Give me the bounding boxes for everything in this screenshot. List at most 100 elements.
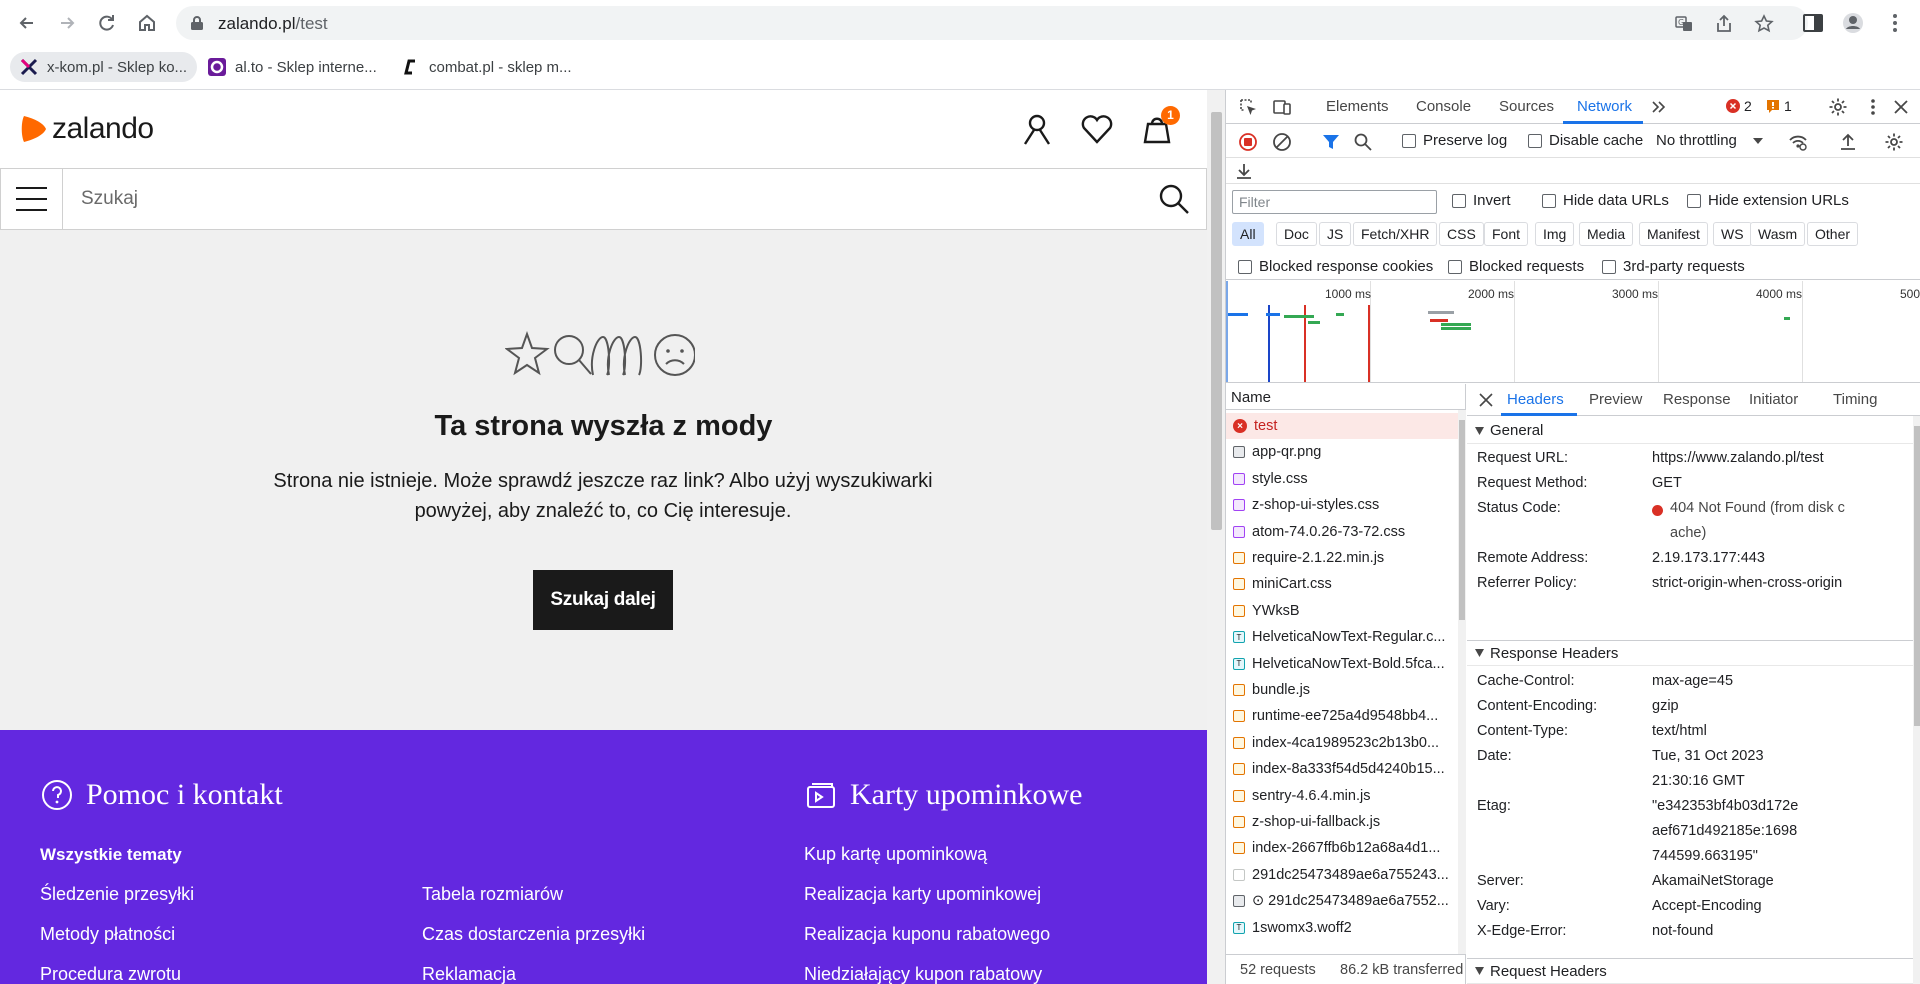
bookmark-alto[interactable]: al.to - Sklep interne... [198, 52, 387, 82]
checkbox-box[interactable] [1402, 133, 1416, 148]
footer-link[interactable]: Metody płatności [40, 924, 175, 945]
profile-avatar-icon[interactable] [1842, 12, 1864, 34]
wishlist-heart-icon[interactable] [1080, 112, 1114, 146]
blocked-requests-checkbox[interactable]: Blocked requests [1448, 258, 1584, 275]
request-row[interactable]: T HelveticaNowText-Bold.5fca... [1226, 651, 1458, 677]
type-filter-media[interactable]: Media [1579, 222, 1634, 246]
network-overview-timeline[interactable]: 1000 ms 2000 ms 3000 ms 4000 ms 500 [1226, 281, 1920, 383]
footer-link[interactable]: Reklamacja [422, 964, 516, 984]
settings-gear-icon[interactable] [1828, 97, 1848, 117]
reload-button[interactable] [94, 10, 120, 36]
footer-link[interactable]: Procedura zwrotu [40, 964, 181, 984]
tab-timing[interactable]: Timing [1833, 391, 1877, 408]
footer-link[interactable]: Niedziałający kupon rabatowy [804, 964, 1042, 984]
more-menu-icon[interactable] [1884, 12, 1906, 34]
forward-button[interactable] [54, 10, 80, 36]
response-headers-section-header[interactable]: Response Headers [1467, 640, 1913, 666]
request-list-scrollbar[interactable] [1458, 410, 1466, 954]
search-icon[interactable] [1158, 183, 1190, 215]
tab-headers[interactable]: Headers [1507, 391, 1564, 408]
upload-har-icon[interactable] [1838, 132, 1858, 152]
tab-response[interactable]: Response [1663, 391, 1731, 408]
type-filter-all[interactable]: All [1232, 222, 1264, 246]
filter-input[interactable]: Filter [1232, 190, 1437, 214]
footer-link[interactable]: Realizacja karty upominkowej [804, 884, 1041, 905]
network-conditions-icon[interactable] [1788, 132, 1808, 152]
request-row[interactable]: z-shop-ui-styles.css [1226, 492, 1458, 518]
tab-console[interactable]: Console [1416, 98, 1471, 115]
details-scrollbar[interactable] [1913, 416, 1920, 984]
tab-elements[interactable]: Elements [1326, 98, 1389, 115]
zalando-logo[interactable]: zalando [20, 112, 154, 146]
throttling-select[interactable]: No throttling [1656, 132, 1763, 149]
request-row[interactable]: T HelveticaNowText-Regular.c... [1226, 624, 1458, 650]
footer-link[interactable]: Realizacja kuponu rabatowego [804, 924, 1050, 945]
menu-button[interactable] [1, 169, 63, 229]
error-icon[interactable] [1726, 99, 1740, 113]
request-row[interactable]: miniCart.css [1226, 571, 1458, 597]
blocked-response-cookies-checkbox[interactable]: Blocked response cookies [1238, 258, 1433, 275]
footer-link[interactable]: Śledzenie przesyłki [40, 884, 194, 905]
record-stop-icon[interactable] [1238, 132, 1258, 152]
type-filter-ws[interactable]: WS [1713, 222, 1752, 246]
request-row[interactable]: T 1swomx3.woff2 [1226, 915, 1458, 941]
bookmark-xkom[interactable]: x-kom.pl - Sklep ko... [10, 52, 198, 82]
request-row[interactable]: require-2.1.22.min.js [1226, 545, 1458, 571]
network-settings-icon[interactable] [1884, 132, 1904, 152]
scrollbar-thumb[interactable] [1211, 112, 1222, 530]
request-headers-section-header[interactable]: Request Headers [1467, 958, 1913, 984]
footer-link[interactable]: Tabela rozmiarów [422, 884, 563, 905]
checkbox-box[interactable] [1452, 193, 1466, 208]
type-filter-wasm[interactable]: Wasm [1750, 222, 1806, 246]
request-row[interactable]: atom-74.0.26-73-72.css [1226, 519, 1458, 545]
request-row[interactable]: style.css [1226, 466, 1458, 492]
checkbox-box[interactable] [1528, 133, 1542, 148]
hide-extension-urls-checkbox[interactable]: Hide extension URLs [1687, 192, 1849, 209]
type-filter-doc[interactable]: Doc [1276, 222, 1317, 246]
type-filter-fetch-xhr[interactable]: Fetch/XHR [1353, 222, 1438, 246]
request-row[interactable]: ⊙ 291dc25473489ae6a7552... [1226, 888, 1458, 914]
request-row[interactable]: runtime-ee725a4d9548bb4... [1226, 703, 1458, 729]
request-row[interactable]: sentry-4.6.4.min.js [1226, 783, 1458, 809]
download-har-icon[interactable] [1234, 161, 1254, 181]
share-icon[interactable] [1714, 14, 1734, 34]
star-icon[interactable] [1754, 14, 1774, 34]
type-filter-manifest[interactable]: Manifest [1639, 222, 1708, 246]
request-row[interactable]: 291dc25473489ae6a755243... [1226, 862, 1458, 888]
search-icon[interactable] [1353, 132, 1373, 152]
translate-icon[interactable]: G [1674, 14, 1694, 34]
warning-icon[interactable] [1766, 99, 1780, 113]
tab-initiator[interactable]: Initiator [1749, 391, 1798, 408]
hide-data-urls-checkbox[interactable]: Hide data URLs [1542, 192, 1669, 209]
search-further-button[interactable]: Szukaj dalej [533, 570, 673, 630]
home-button[interactable] [134, 10, 160, 36]
request-row[interactable]: app-qr.png [1226, 439, 1458, 465]
close-devtools-icon[interactable] [1891, 97, 1911, 117]
kebab-menu-icon[interactable] [1863, 97, 1883, 117]
clear-icon[interactable] [1272, 132, 1292, 152]
preserve-log-checkbox[interactable]: Preserve log [1402, 132, 1507, 149]
name-column-header[interactable]: Name [1226, 384, 1466, 410]
type-filter-js[interactable]: JS [1319, 222, 1352, 246]
general-section-header[interactable]: General [1467, 418, 1913, 444]
tab-preview[interactable]: Preview [1589, 391, 1642, 408]
request-row[interactable]: index-8a333f54d5d4240b15... [1226, 756, 1458, 782]
checkbox-box[interactable] [1602, 259, 1616, 274]
filter-funnel-icon[interactable] [1321, 132, 1341, 152]
checkbox-box[interactable] [1542, 193, 1556, 208]
footer-link[interactable]: Kup kartę upominkową [804, 844, 987, 865]
type-filter-font[interactable]: Font [1484, 222, 1529, 246]
more-tabs-icon[interactable] [1649, 97, 1669, 117]
footer-link[interactable]: Czas dostarczenia przesyłki [422, 924, 645, 945]
checkbox-box[interactable] [1687, 193, 1701, 208]
third-party-requests-checkbox[interactable]: 3rd-party requests [1602, 258, 1745, 275]
scrollbar-thumb[interactable] [1459, 420, 1465, 620]
tab-network[interactable]: Network [1577, 98, 1632, 115]
user-account-icon[interactable] [1020, 112, 1054, 146]
scrollbar-thumb[interactable] [1914, 426, 1920, 726]
request-row[interactable]: z-shop-ui-fallback.js [1226, 809, 1458, 835]
disable-cache-checkbox[interactable]: Disable cache [1528, 132, 1643, 149]
request-row[interactable]: bundle.js [1226, 677, 1458, 703]
checkbox-box[interactable] [1448, 259, 1462, 274]
type-filter-css[interactable]: CSS [1439, 222, 1484, 246]
